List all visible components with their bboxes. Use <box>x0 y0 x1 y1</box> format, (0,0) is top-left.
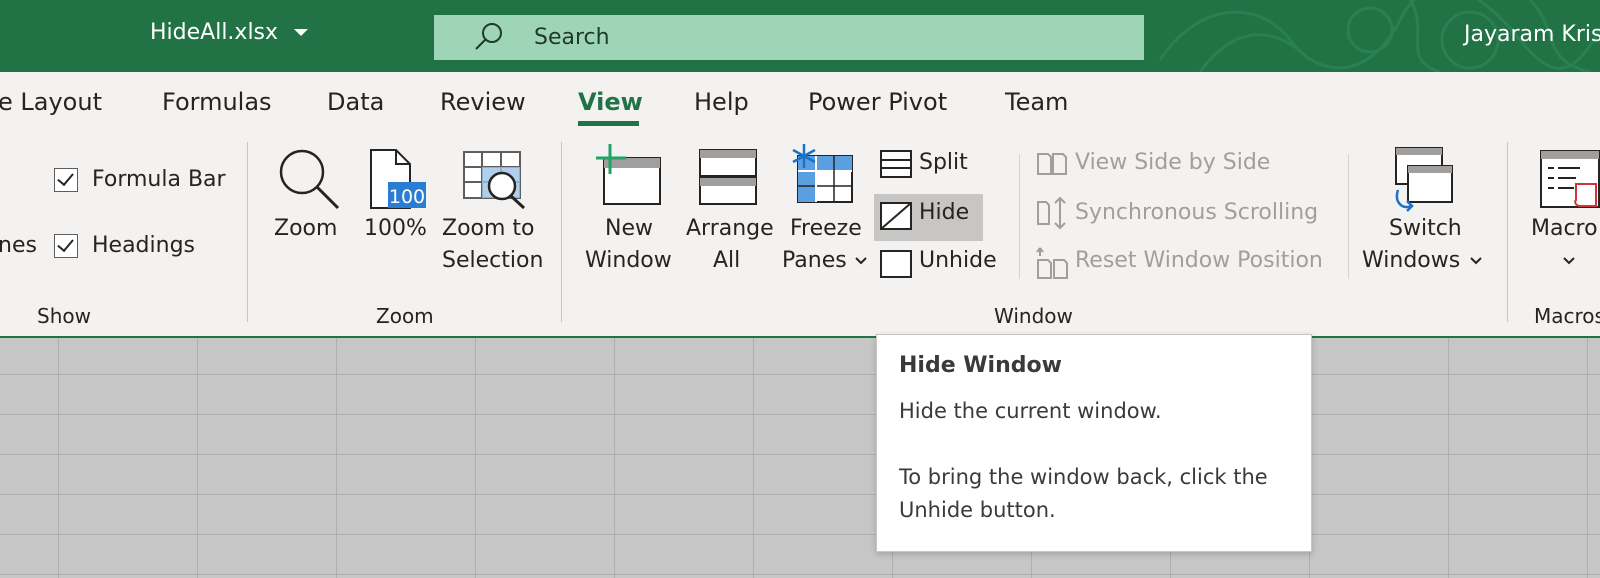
panes-label: Panes <box>782 248 847 273</box>
group-separator <box>247 142 248 322</box>
freeze-panes-icon <box>792 144 853 203</box>
group-separator <box>1507 142 1508 322</box>
zoom-to-label: Zoom to <box>442 216 535 241</box>
split-label: Split <box>919 150 968 175</box>
macros-group-label: Macros <box>1534 304 1600 328</box>
chevron-down-icon <box>1563 257 1575 265</box>
freeze-label: Freeze <box>790 216 862 241</box>
headings-checkbox[interactable] <box>54 234 78 258</box>
unhide-label: Unhide <box>919 248 997 273</box>
magnifier-icon <box>279 149 340 210</box>
view-side-by-side-icon <box>1037 153 1067 175</box>
tab-formulas[interactable]: Formulas <box>162 88 272 116</box>
tab-view[interactable]: View <box>578 88 643 116</box>
arrange-label: Arrange <box>686 216 774 241</box>
new-window-label: Window <box>585 248 672 273</box>
window-group-label: Window <box>994 304 1073 328</box>
windows-label: Windows <box>1362 248 1461 273</box>
tooltip-line-2: To bring the window back, click the <box>899 465 1268 489</box>
tab-data[interactable]: Data <box>327 88 384 116</box>
chevron-down-icon <box>294 29 309 36</box>
unhide-icon <box>880 250 912 278</box>
search-icon <box>475 23 502 50</box>
ribbon: Formula Bar nes Headings Show Zoom 100 1… <box>0 136 1600 336</box>
hide-icon <box>880 202 912 230</box>
group-separator <box>1348 154 1349 279</box>
tab-page-layout[interactable]: e Layout <box>0 88 102 116</box>
selection-label: Selection <box>442 248 544 273</box>
synchronous-scrolling-label: Synchronous Scrolling <box>1075 200 1319 225</box>
view-side-by-side-label: View Side by Side <box>1075 150 1271 175</box>
title-bar: HideAll.xlsx Search Jayaram Kris <box>0 0 1600 72</box>
search-box[interactable]: Search <box>434 15 1144 60</box>
chevron-down-icon <box>855 257 867 265</box>
reset-window-position-icon <box>1036 247 1068 279</box>
all-label: All <box>713 248 741 273</box>
file-name-dropdown[interactable]: HideAll.xlsx <box>150 20 309 45</box>
reset-window-position-label: Reset Window Position <box>1075 248 1323 273</box>
headings-label: Headings <box>92 233 196 258</box>
tooltip-title: Hide Window <box>899 353 1062 378</box>
formula-bar-label: Formula Bar <box>92 167 226 192</box>
search-placeholder: Search <box>534 25 610 50</box>
new-window-icon <box>596 144 661 205</box>
gridlines-label: nes <box>0 233 37 258</box>
formula-bar-checkbox[interactable] <box>54 168 78 192</box>
tooltip-line-3: Unhide button. <box>899 498 1056 522</box>
user-name[interactable]: Jayaram Kris <box>1464 22 1600 47</box>
macros-label: Macro <box>1531 216 1598 241</box>
tooltip-line-1: Hide the current window. <box>899 399 1162 423</box>
zoom-label: Zoom <box>274 216 338 241</box>
switch-label: Switch <box>1389 216 1462 241</box>
zoom-group-label: Zoom <box>376 304 434 328</box>
group-separator <box>1019 154 1020 279</box>
synchronous-scrolling-icon <box>1037 196 1066 230</box>
hide-label: Hide <box>919 200 970 225</box>
zoom-100-icon-text: 100 <box>388 186 426 208</box>
group-separator <box>561 142 562 322</box>
active-tab-indicator <box>578 121 639 126</box>
zoom-to-selection-icon <box>463 151 526 210</box>
tab-review[interactable]: Review <box>440 88 526 116</box>
new-label: New <box>605 216 653 241</box>
file-name: HideAll.xlsx <box>150 20 279 45</box>
hide-window-tooltip: Hide Window Hide the current window. To … <box>876 334 1312 552</box>
show-group-label: Show <box>37 304 91 328</box>
split-icon <box>880 150 912 178</box>
worksheet-grid[interactable] <box>0 338 1600 578</box>
tab-power-pivot[interactable]: Power Pivot <box>808 88 947 116</box>
tab-help[interactable]: Help <box>694 88 749 116</box>
chevron-down-icon <box>1470 257 1482 265</box>
arrange-all-icon <box>699 149 757 205</box>
macros-icon <box>1540 150 1600 208</box>
zoom-100-label: 100% <box>364 216 427 241</box>
tab-team[interactable]: Team <box>1005 88 1068 116</box>
ribbon-tabs: e Layout Formulas Data Review View Help … <box>0 72 1600 136</box>
switch-windows-icon <box>1395 147 1453 212</box>
